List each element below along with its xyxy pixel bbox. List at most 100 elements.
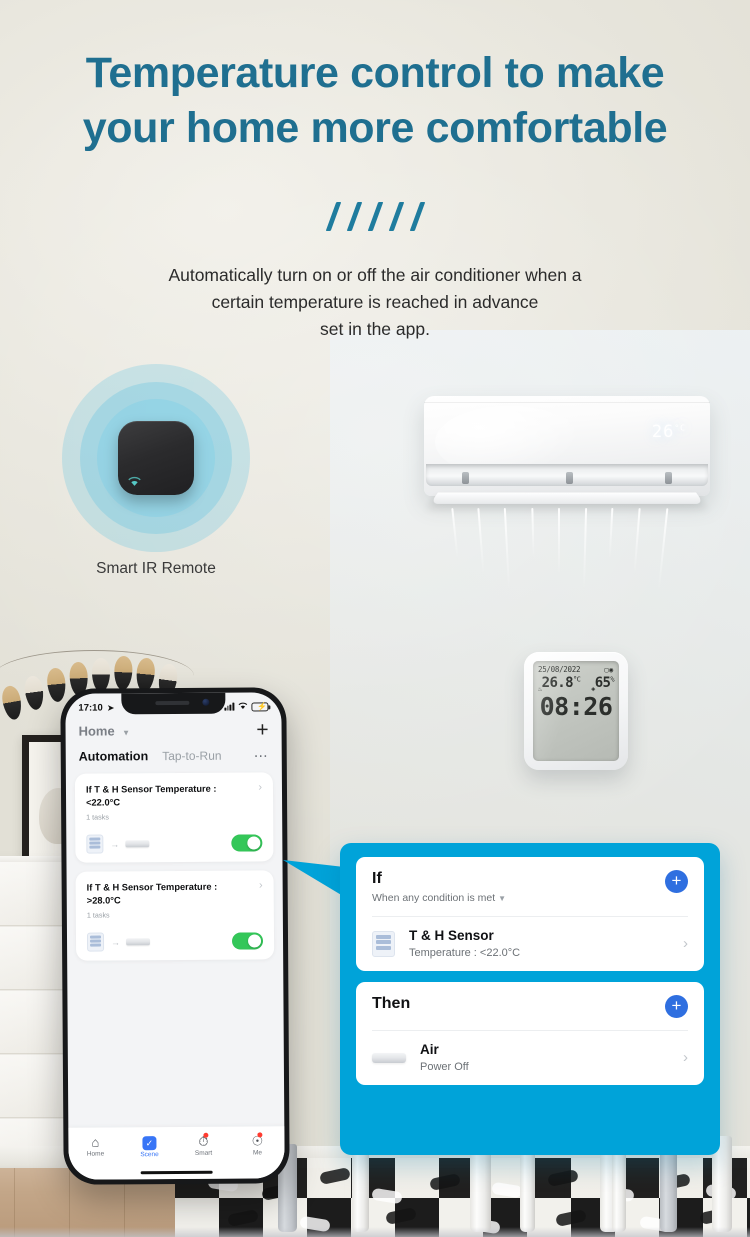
lcd-date: 25/08/2022 (538, 665, 581, 674)
chevron-down-icon: ▼ (122, 728, 131, 738)
chevron-right-icon[interactable]: › (683, 935, 688, 952)
lcd-temperature-group: ♨26.8°C (538, 675, 581, 693)
automation-detail-callout: If When any condition is met ▼ + T & H Se… (340, 843, 720, 1155)
scene-check-icon: ✓ (122, 1134, 176, 1151)
lcd-humidity: 65 (594, 675, 611, 691)
automation-card[interactable]: If T & H Sensor Temperature : >28.0°C › … (75, 870, 275, 961)
if-condition-selector[interactable]: When any condition is met ▼ (372, 892, 506, 904)
ac-louver (566, 472, 573, 484)
automation-card-footer: → (86, 833, 263, 854)
ac-louver (665, 472, 672, 484)
battery-charging-icon: ⚡ (251, 701, 269, 711)
arrow-right-icon: → (110, 838, 119, 849)
home-indicator (140, 1170, 213, 1175)
automation-toggle[interactable] (231, 834, 263, 852)
home-selector[interactable]: Home ▼ (79, 722, 131, 740)
ac-louver (462, 472, 469, 484)
automation-card-header: If T & H Sensor Temperature : <22.0°C › (85, 781, 262, 809)
then-card: Then + Air Power Off › (356, 982, 704, 1085)
add-button[interactable]: + (256, 718, 268, 741)
smartphone-mockup: 17:10 ➤ ⚡ Home ▼ + Automation Tap-to-Run… (60, 687, 290, 1185)
automation-title: If T & H Sensor Temperature : <22.0°C (85, 783, 217, 808)
front-camera (202, 698, 210, 706)
phone-notch (121, 692, 226, 715)
air-conditioner-icon (125, 840, 150, 848)
lcd-readings-row: ♨26.8°C ◈65% (538, 675, 615, 693)
page-title: Temperature control to make your home mo… (0, 46, 750, 156)
thermometer-icon: ♨ (538, 684, 542, 693)
ac-body: 26°C (424, 396, 710, 504)
temp-humidity-sensor-icon (86, 932, 105, 952)
tab-smart-label: Smart (194, 1149, 213, 1157)
ac-seam (424, 402, 710, 403)
smart-ir-remote-figure: Smart IR Remote (62, 364, 250, 592)
lcd-temperature-unit: °C (572, 675, 581, 684)
automation-tasks-count: 1 tasks (86, 812, 109, 822)
sensor-lcd-screen: 25/08/2022 ▢◉ ♨26.8°C ◈65% 08:26 (533, 661, 619, 761)
add-action-button[interactable]: + (665, 995, 688, 1018)
if-device-row[interactable]: T & H Sensor Temperature : <22.0°C › (372, 928, 688, 959)
automation-list: If T & H Sensor Temperature : <22.0°C › … (66, 772, 283, 970)
airflow-line (582, 507, 588, 593)
airflow-line (558, 508, 560, 576)
temp-humidity-sensor-icon (372, 930, 395, 957)
airflow-line (657, 508, 669, 592)
chevron-right-icon[interactable]: › (258, 781, 262, 793)
if-card-header: If When any condition is met ▼ + (372, 870, 688, 904)
air-conditioner-icon (126, 938, 151, 946)
chevron-right-icon[interactable]: › (259, 879, 263, 891)
air-conditioner-unit: 26°C (424, 396, 710, 504)
if-card: If When any condition is met ▼ + T & H Se… (356, 857, 704, 971)
status-time: 17:10 (78, 701, 103, 714)
phone-screen: 17:10 ➤ ⚡ Home ▼ + Automation Tap-to-Run… (65, 692, 285, 1180)
app-tabs: Automation Tap-to-Run ⋯ (79, 742, 269, 769)
automation-card-footer: → (86, 931, 264, 952)
status-left: 17:10 ➤ (78, 702, 114, 713)
lcd-humidity-unit: % (610, 675, 614, 684)
wifi-icon (127, 475, 142, 487)
tab-automation[interactable]: Automation (79, 749, 149, 763)
tab-me-label: Me (252, 1149, 263, 1157)
ir-remote-device (118, 421, 194, 495)
slash-mark (325, 202, 341, 231)
then-device-row[interactable]: Air Power Off › (372, 1042, 688, 1073)
add-condition-button[interactable]: + (665, 870, 688, 893)
then-device-description: Power Off (420, 1061, 469, 1073)
tab-tap-to-run[interactable]: Tap-to-Run (162, 749, 221, 763)
slash-mark (388, 202, 404, 231)
tab-smart[interactable]: ⏱ Smart (176, 1132, 230, 1157)
subtitle-line-3: set in the app. (320, 319, 430, 339)
tab-scene[interactable]: ✓ Scene (122, 1134, 176, 1158)
if-title: If (372, 870, 382, 887)
notification-badge (257, 1132, 263, 1138)
automation-toggle[interactable] (231, 932, 264, 950)
ac-display-unit: °C (674, 423, 686, 433)
tab-home[interactable]: ⌂ Home (68, 1134, 122, 1158)
furniture-leg (612, 1146, 626, 1232)
airflow-lines (440, 507, 680, 594)
ir-remote-label: Smart IR Remote (96, 560, 216, 577)
headline-line-2: your home more comfortable (82, 104, 668, 152)
temp-humidity-sensor-icon (86, 834, 104, 854)
tab-scene-label: Scene (140, 1151, 159, 1159)
chevron-right-icon[interactable]: › (683, 1049, 688, 1066)
tab-home-label: Home (86, 1150, 105, 1158)
location-arrow-icon: ➤ (107, 702, 115, 712)
lcd-status-icons: ▢◉ (604, 665, 614, 674)
headline-line-1: Temperature control to make (85, 49, 665, 97)
if-condition-label: When any condition is met (372, 892, 496, 904)
ellipsis-icon[interactable]: ⋯ (254, 747, 269, 763)
airflow-line (451, 508, 459, 560)
divider (372, 916, 688, 917)
automation-card[interactable]: If T & H Sensor Temperature : <22.0°C › … (74, 772, 274, 863)
if-device-texts: T & H Sensor Temperature : <22.0°C (409, 928, 520, 959)
if-card-titles: If When any condition is met ▼ (372, 870, 506, 904)
slash-mark (409, 202, 425, 231)
airflow-line (503, 508, 511, 592)
earpiece-speaker (155, 700, 190, 706)
airflow-line (531, 507, 535, 561)
tab-me[interactable]: ☉ Me (230, 1132, 284, 1157)
air-conditioner-icon (372, 1052, 406, 1063)
slash-divider (0, 202, 750, 238)
then-title: Then (372, 995, 411, 1012)
